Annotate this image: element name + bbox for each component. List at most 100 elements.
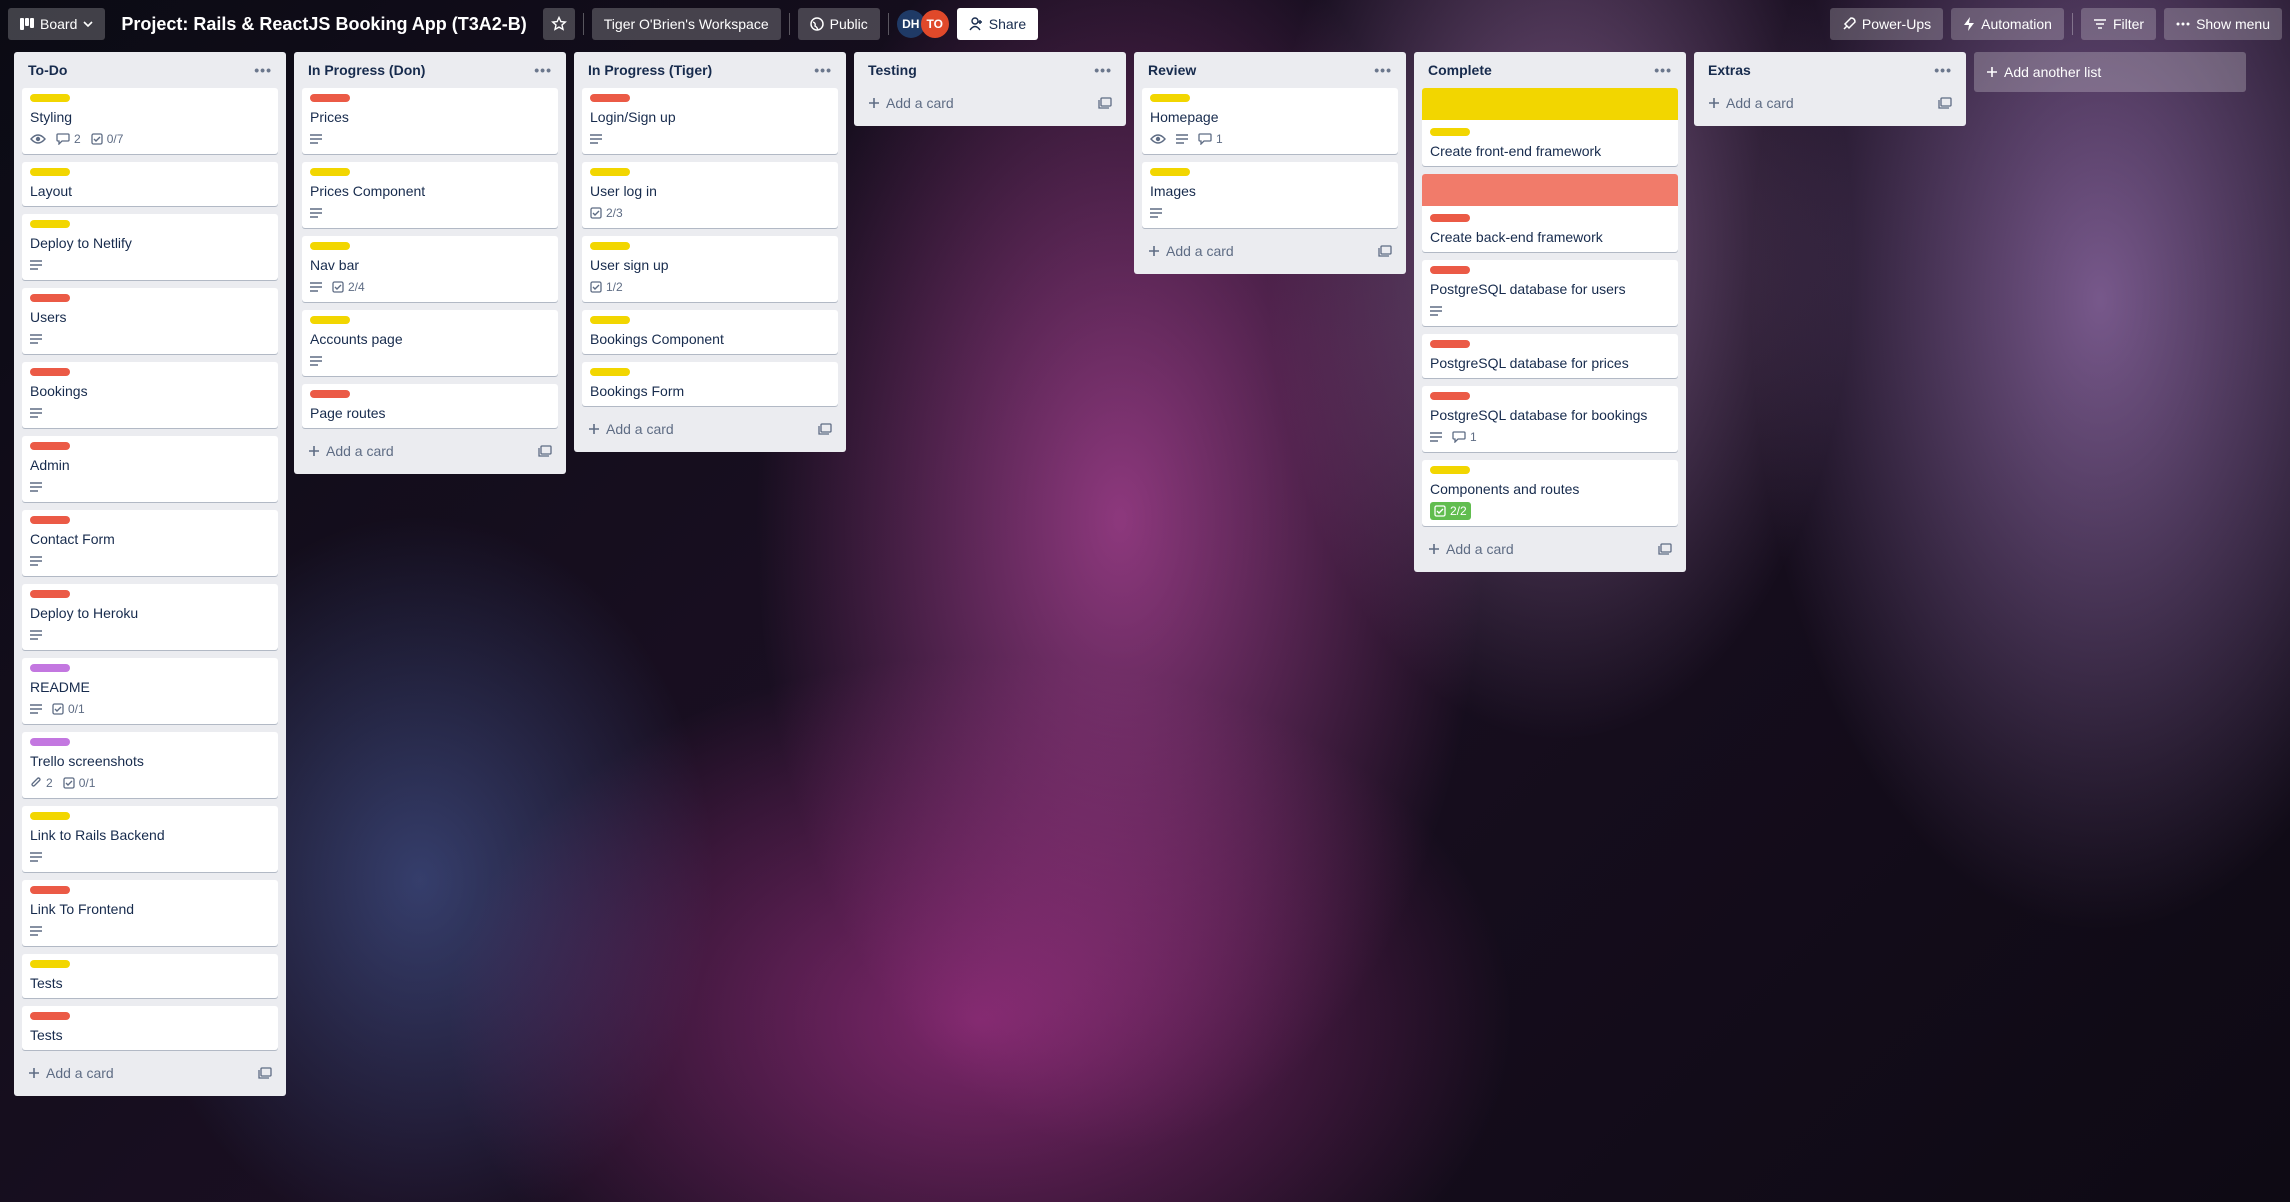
label-red[interactable] xyxy=(590,94,630,102)
card[interactable]: Components and routes 2/2 xyxy=(1422,460,1678,526)
add-card-action[interactable]: Add a card xyxy=(1148,243,1234,259)
workspace-button[interactable]: Tiger O'Brien's Workspace xyxy=(591,8,781,40)
add-card-action[interactable]: Add a card xyxy=(1708,95,1794,111)
more-icon[interactable]: ••• xyxy=(814,62,832,78)
add-card-action[interactable]: Add a card xyxy=(308,443,394,459)
label-yellow[interactable] xyxy=(30,94,70,102)
add-card-button[interactable]: Add a card xyxy=(582,414,838,444)
more-icon[interactable]: ••• xyxy=(1934,62,1952,78)
label-yellow[interactable] xyxy=(30,168,70,176)
label-yellow[interactable] xyxy=(590,368,630,376)
list-title[interactable]: Extras xyxy=(1708,62,1751,78)
label-red[interactable] xyxy=(1430,266,1470,274)
create-from-template-icon[interactable] xyxy=(818,423,832,435)
card[interactable]: Prices Component xyxy=(302,162,558,228)
card[interactable]: Link To Frontend xyxy=(22,880,278,946)
card[interactable]: Bookings xyxy=(22,362,278,428)
create-from-template-icon[interactable] xyxy=(538,445,552,457)
add-card-action[interactable]: Add a card xyxy=(28,1065,114,1081)
label-yellow[interactable] xyxy=(310,316,350,324)
label-red[interactable] xyxy=(30,368,70,376)
create-from-template-icon[interactable] xyxy=(1098,97,1112,109)
card[interactable]: Login/Sign up xyxy=(582,88,838,154)
label-red[interactable] xyxy=(1430,340,1470,348)
label-yellow[interactable] xyxy=(1430,466,1470,474)
card[interactable]: Deploy to Heroku xyxy=(22,584,278,650)
card[interactable]: Styling 2 0/7 xyxy=(22,88,278,154)
card[interactable]: Deploy to Netlify xyxy=(22,214,278,280)
card[interactable]: PostgreSQL database for bookings 1 xyxy=(1422,386,1678,452)
card[interactable]: Prices xyxy=(302,88,558,154)
add-card-button[interactable]: Add a card xyxy=(1422,534,1678,564)
show-menu-button[interactable]: Show menu xyxy=(2164,8,2282,40)
label-yellow[interactable] xyxy=(590,242,630,250)
card[interactable]: Nav bar 2/4 xyxy=(302,236,558,302)
add-card-action[interactable]: Add a card xyxy=(1428,541,1514,557)
card[interactable]: Bookings Component xyxy=(582,310,838,354)
add-card-button[interactable]: Add a card xyxy=(862,88,1118,118)
label-yellow[interactable] xyxy=(310,242,350,250)
label-red[interactable] xyxy=(30,442,70,450)
create-from-template-icon[interactable] xyxy=(258,1067,272,1079)
power-ups-button[interactable]: Power-Ups xyxy=(1829,8,1944,40)
card[interactable]: PostgreSQL database for prices xyxy=(1422,334,1678,378)
label-yellow[interactable] xyxy=(1430,128,1470,136)
visibility-button[interactable]: Public xyxy=(797,8,880,40)
board-title[interactable]: Project: Rails & ReactJS Booking App (T3… xyxy=(113,14,534,35)
filter-button[interactable]: Filter xyxy=(2080,8,2157,40)
card[interactable]: Link to Rails Backend xyxy=(22,806,278,872)
more-icon[interactable]: ••• xyxy=(1374,62,1392,78)
card[interactable]: Images xyxy=(1142,162,1398,228)
create-from-template-icon[interactable] xyxy=(1658,543,1672,555)
card[interactable]: Create back-end framework xyxy=(1422,174,1678,252)
card[interactable]: Admin xyxy=(22,436,278,502)
add-card-button[interactable]: Add a card xyxy=(1702,88,1958,118)
label-red[interactable] xyxy=(30,516,70,524)
label-yellow[interactable] xyxy=(1150,94,1190,102)
list-title[interactable]: Testing xyxy=(868,62,917,78)
more-icon[interactable]: ••• xyxy=(254,62,272,78)
card[interactable]: Contact Form xyxy=(22,510,278,576)
member-avatar-to[interactable]: TO xyxy=(920,10,949,38)
label-red[interactable] xyxy=(30,1012,70,1020)
automation-button[interactable]: Automation xyxy=(1951,8,2064,40)
card[interactable]: Trello screenshots 2 0/1 xyxy=(22,732,278,798)
card[interactable]: README 0/1 xyxy=(22,658,278,724)
card[interactable]: Accounts page xyxy=(302,310,558,376)
create-from-template-icon[interactable] xyxy=(1378,245,1392,257)
more-icon[interactable]: ••• xyxy=(534,62,552,78)
label-yellow[interactable] xyxy=(310,168,350,176)
label-yellow[interactable] xyxy=(590,168,630,176)
card[interactable]: Tests xyxy=(22,954,278,998)
more-icon[interactable]: ••• xyxy=(1094,62,1112,78)
card[interactable]: Tests xyxy=(22,1006,278,1050)
label-red[interactable] xyxy=(310,94,350,102)
label-yellow[interactable] xyxy=(1150,168,1190,176)
add-card-action[interactable]: Add a card xyxy=(588,421,674,437)
card[interactable]: Page routes xyxy=(302,384,558,428)
label-yellow[interactable] xyxy=(30,220,70,228)
card[interactable]: User log in 2/3 xyxy=(582,162,838,228)
add-card-action[interactable]: Add a card xyxy=(868,95,954,111)
label-purple[interactable] xyxy=(30,738,70,746)
add-card-button[interactable]: Add a card xyxy=(22,1058,278,1088)
star-button[interactable] xyxy=(542,8,575,40)
create-from-template-icon[interactable] xyxy=(1938,97,1952,109)
label-red[interactable] xyxy=(30,294,70,302)
label-red[interactable] xyxy=(1430,392,1470,400)
card[interactable]: User sign up 1/2 xyxy=(582,236,838,302)
list-title[interactable]: To-Do xyxy=(28,62,67,78)
list-title[interactable]: Complete xyxy=(1428,62,1492,78)
board-view-switcher[interactable]: Board xyxy=(8,8,106,40)
list-title[interactable]: In Progress (Don) xyxy=(308,62,425,78)
add-card-button[interactable]: Add a card xyxy=(302,436,558,466)
list-title[interactable]: Review xyxy=(1148,62,1196,78)
card[interactable]: Homepage 1 xyxy=(1142,88,1398,154)
share-button[interactable]: Share xyxy=(956,8,1039,40)
add-another-list-button[interactable]: Add another list xyxy=(1974,52,2246,92)
card[interactable]: PostgreSQL database for users xyxy=(1422,260,1678,326)
card[interactable]: Layout xyxy=(22,162,278,206)
label-yellow[interactable] xyxy=(30,812,70,820)
add-card-button[interactable]: Add a card xyxy=(1142,236,1398,266)
label-red[interactable] xyxy=(30,886,70,894)
